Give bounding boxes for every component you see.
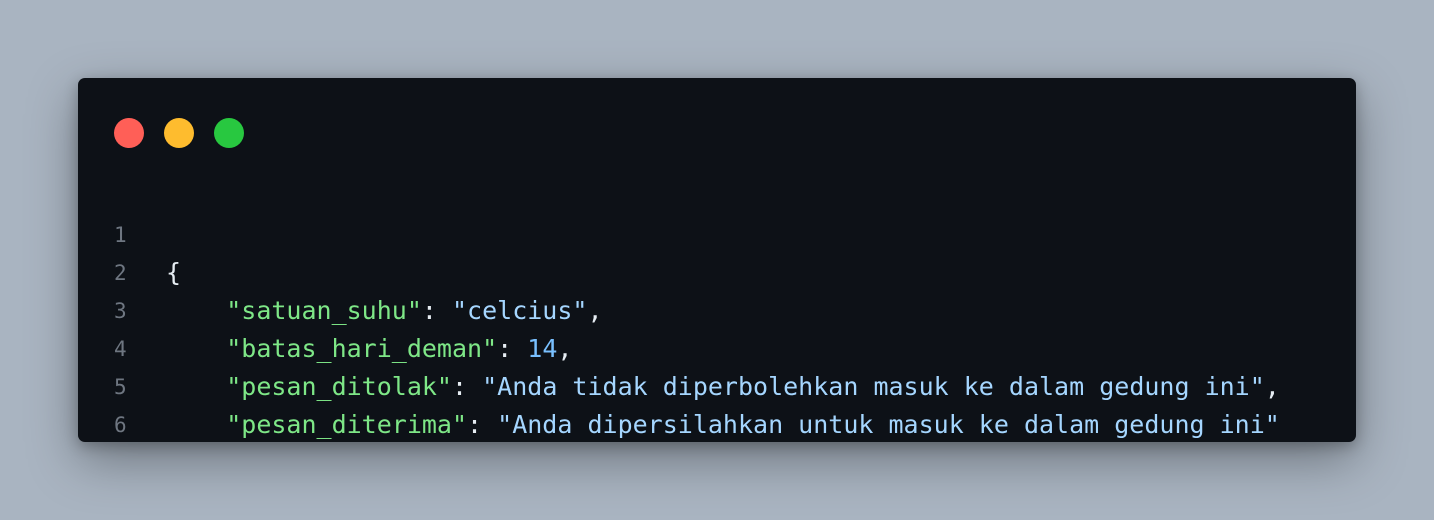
window-controls [114, 118, 244, 148]
code-line: 5 "pesan_diterima": "Anda dipersilahkan … [78, 330, 1356, 439]
minimize-dot-icon[interactable] [164, 118, 194, 148]
json-key: "pesan_diterima" [226, 410, 468, 439]
code-line: 1 { [78, 178, 1356, 287]
code-block: 1 { 2 "satuan_suhu": "celcius", 3 "batas… [78, 178, 1356, 439]
line-number: 6 [114, 413, 127, 437]
json-value: "Anda dipersilahkan untuk masuk ke dalam… [497, 410, 1280, 439]
code-window: 1 { 2 "satuan_suhu": "celcius", 3 "batas… [78, 78, 1356, 442]
close-dot-icon[interactable] [114, 118, 144, 148]
line-source: "pesan_diterima": "Anda dipersilahkan un… [166, 406, 1280, 442]
code-line: 6 } [78, 368, 1356, 437]
maximize-dot-icon[interactable] [214, 118, 244, 148]
json-separator: : [467, 410, 498, 439]
code-line: 4 "pesan_ditolak": "Anda tidak diperbole… [78, 292, 1356, 401]
code-line: 2 "satuan_suhu": "celcius", [78, 216, 1356, 325]
code-line: 3 "batas_hari_deman": 14, [78, 254, 1356, 363]
